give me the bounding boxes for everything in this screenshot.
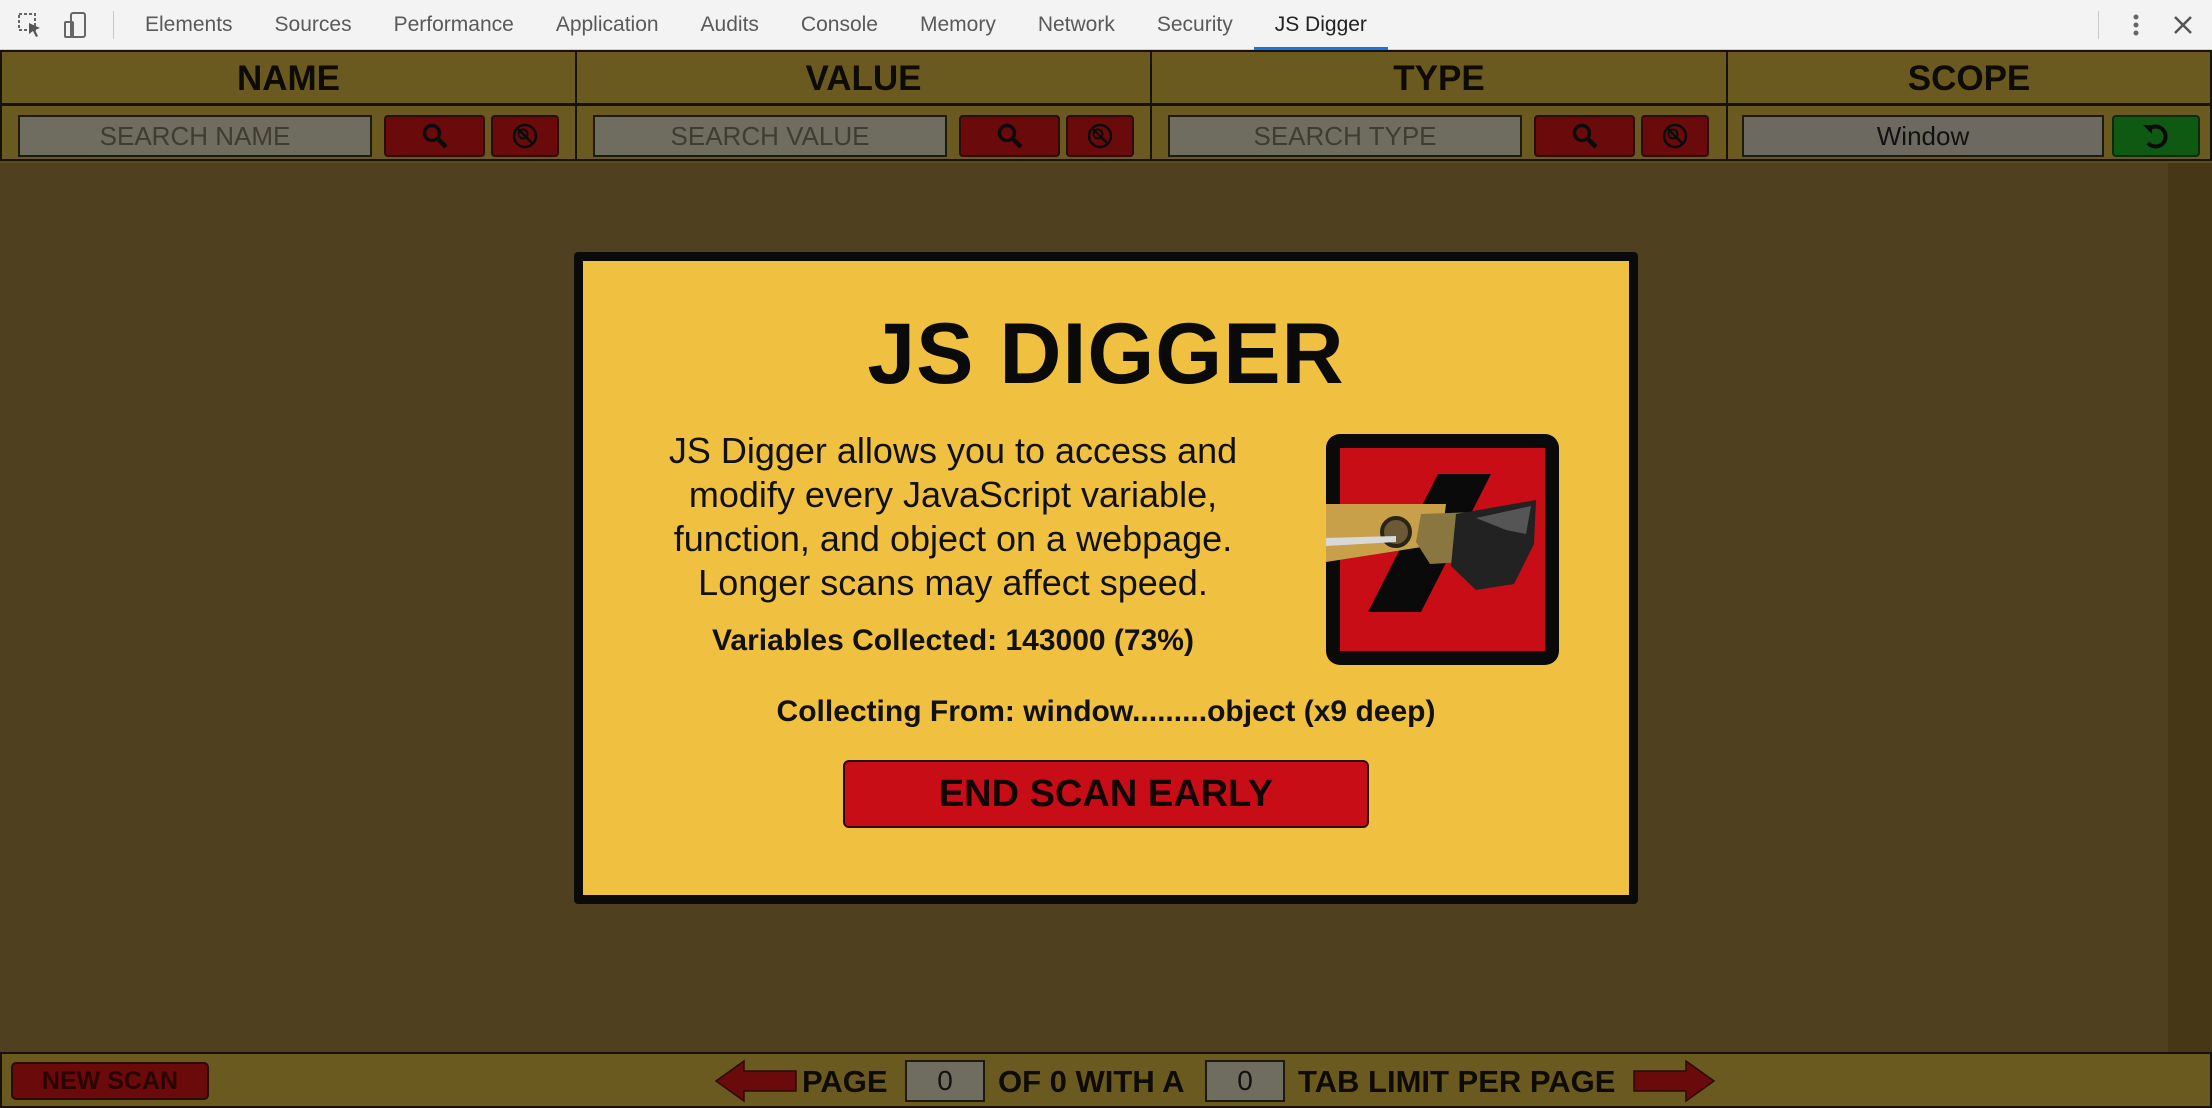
no-search-icon — [1087, 123, 1113, 149]
kebab-menu-icon[interactable] — [2122, 11, 2150, 39]
description-line: function, and object on a webpage. — [673, 518, 1233, 559]
variables-collected-status: Variables Collected: 143000 (73%) — [712, 624, 1194, 657]
devtools-tabs: Elements Sources Performance Application… — [124, 0, 1388, 50]
search-name-input[interactable] — [18, 115, 372, 157]
no-search-icon — [512, 123, 538, 149]
search-icon — [422, 123, 448, 149]
clear-name-filter-button[interactable] — [491, 115, 559, 157]
value-column-title: VALUE — [577, 52, 1150, 106]
js-digger-logo — [1326, 434, 1559, 665]
inspect-icon[interactable] — [16, 11, 44, 39]
page-count-label: OF 0 WITH A — [998, 1064, 1185, 1099]
tab-elements[interactable]: Elements — [124, 0, 254, 50]
tab-sources[interactable]: Sources — [254, 0, 373, 50]
scrollbar-track[interactable] — [2168, 163, 2212, 1052]
clear-type-filter-button[interactable] — [1641, 115, 1709, 157]
tab-security[interactable]: Security — [1136, 0, 1254, 50]
search-name-button[interactable] — [384, 115, 485, 157]
tab-limit-input[interactable]: 0 — [1205, 1060, 1285, 1102]
end-scan-early-button[interactable]: END SCAN EARLY — [843, 760, 1369, 828]
name-column: NAME — [0, 50, 577, 161]
tab-js-digger[interactable]: JS Digger — [1253, 0, 1388, 50]
next-page-arrow-icon[interactable] — [1632, 1059, 1716, 1103]
column-header: NAME VALUE TYPE — [0, 50, 2212, 163]
previous-page-arrow-icon[interactable] — [714, 1059, 798, 1103]
rescan-scope-button[interactable] — [2112, 115, 2200, 157]
search-type-button[interactable] — [1534, 115, 1635, 157]
page-label: PAGE — [802, 1064, 888, 1099]
page-number-input[interactable]: 0 — [905, 1060, 985, 1102]
close-icon[interactable] — [2168, 10, 2198, 40]
tab-limit-label: TAB LIMIT PER PAGE — [1298, 1064, 1616, 1099]
dialog-description: JS Digger allows you to access and modif… — [653, 429, 1253, 605]
search-type-input[interactable] — [1168, 115, 1522, 157]
description-line: Longer scans may affect speed. — [698, 562, 1208, 603]
toolbar-divider — [2098, 11, 2099, 39]
tab-audits[interactable]: Audits — [680, 0, 780, 50]
description-line: JS Digger allows you to access and — [668, 430, 1238, 471]
search-icon — [997, 123, 1023, 149]
tab-performance[interactable]: Performance — [373, 0, 535, 50]
tab-network[interactable]: Network — [1017, 0, 1136, 50]
device-toggle-icon[interactable] — [62, 11, 90, 39]
scan-progress-dialog: JS DIGGER JS Digger allows you to access… — [574, 252, 1638, 904]
excavator-logo-icon — [1326, 448, 1545, 651]
scope-selector[interactable]: Window — [1742, 115, 2104, 157]
search-icon — [1572, 123, 1598, 149]
tab-application[interactable]: Application — [535, 0, 680, 50]
description-line: modify every JavaScript variable, — [688, 474, 1218, 515]
search-value-button[interactable] — [959, 115, 1060, 157]
scope-column: SCOPE Window — [1726, 50, 2212, 161]
type-column-title: TYPE — [1152, 52, 1726, 106]
no-search-icon — [1662, 123, 1688, 149]
devtools-toolbar: Elements Sources Performance Application… — [0, 0, 2212, 50]
new-scan-button[interactable]: NEW SCAN — [11, 1062, 209, 1100]
dialog-title: JS DIGGER — [867, 306, 1345, 402]
pagination-bar: NEW SCAN PAGE 0 OF 0 WITH A 0 TAB LIMIT … — [0, 1052, 2212, 1108]
clear-value-filter-button[interactable] — [1066, 115, 1134, 157]
scope-column-title: SCOPE — [1728, 52, 2210, 106]
toolbar-divider — [113, 11, 114, 39]
value-column: VALUE — [575, 50, 1152, 161]
tab-console[interactable]: Console — [780, 0, 899, 50]
refresh-icon — [2143, 124, 2168, 149]
tab-memory[interactable]: Memory — [899, 0, 1017, 50]
type-column: TYPE — [1150, 50, 1728, 161]
name-column-title: NAME — [2, 52, 575, 106]
collecting-from-status: Collecting From: window.........object (… — [776, 695, 1436, 728]
search-value-input[interactable] — [593, 115, 947, 157]
